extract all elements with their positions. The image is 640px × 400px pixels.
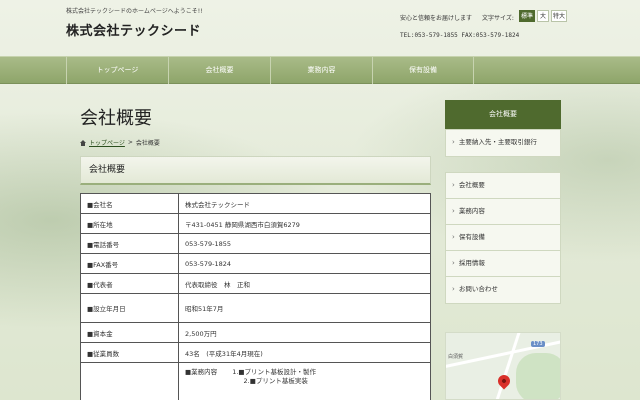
- row-key: ■設立年月日: [80, 293, 179, 323]
- sidebar-item-equipment[interactable]: › 保有設備: [446, 225, 560, 251]
- map-park-area: [516, 353, 560, 399]
- map-route-label: 173: [531, 341, 545, 347]
- row-key: ■代表者: [80, 273, 179, 294]
- row-value: 053-579-1855: [178, 233, 431, 254]
- row-value: 昭和51年7月: [178, 293, 431, 323]
- sidebar-heading: 会社概要: [445, 100, 561, 129]
- table-row: ■資本金 2,500万円: [80, 322, 431, 343]
- nav-item-equipment[interactable]: 保有設備: [372, 57, 474, 84]
- sidebar-item-company[interactable]: › 会社概要: [446, 173, 560, 199]
- chevron-right-icon: ›: [452, 233, 455, 241]
- sidebar-item-business[interactable]: › 業務内容: [446, 199, 560, 225]
- sidebar-item-recruit[interactable]: › 採用情報: [446, 251, 560, 277]
- sidebar-box-partners: › 主要納入先・主要取引銀行: [445, 129, 561, 157]
- map-pin-icon[interactable]: [495, 372, 513, 390]
- chevron-right-icon: ›: [452, 181, 455, 189]
- row-key: ■電話番号: [80, 233, 179, 254]
- table-row: ■従業員数 43名 (平成31年4月現在): [80, 342, 431, 363]
- font-size-large-button[interactable]: 大: [537, 10, 549, 22]
- row-value: 43名 (平成31年4月現在): [178, 342, 431, 363]
- section-heading: 会社概要: [80, 156, 431, 185]
- nav-item-company[interactable]: 会社概要: [168, 57, 270, 84]
- location-map[interactable]: 173 白須賀: [445, 332, 561, 400]
- company-profile-table: ■会社名 株式会社テックシード ■所在地 〒431-0451 静岡県湖西市白須賀…: [80, 193, 431, 400]
- row-key: [80, 362, 179, 400]
- font-size-standard-button[interactable]: 標準: [519, 10, 535, 22]
- page-title: 会社概要: [80, 108, 152, 129]
- site-title[interactable]: 株式会社テックシード: [66, 20, 201, 39]
- row-key: ■所在地: [80, 213, 179, 234]
- site-header: 株式会社テックシードのホームページへようこそ!! 株式会社テックシード 安心と信…: [0, 0, 640, 56]
- chevron-right-icon: ›: [452, 138, 455, 146]
- row-value: 053-579-1824: [178, 253, 431, 274]
- sidebar-item-partners[interactable]: › 主要納入先・主要取引銀行: [446, 130, 560, 156]
- table-row: ■電話番号 053-579-1855: [80, 233, 431, 254]
- table-row: ■代表者 代表取締役 林 正和: [80, 273, 431, 294]
- table-row: ■所在地 〒431-0451 静岡県湖西市白須賀6279: [80, 213, 431, 234]
- nav-item-top[interactable]: トップページ: [66, 57, 168, 84]
- sidebar-item-label: 会社概要: [458, 181, 485, 189]
- row-value: 2,500万円: [178, 322, 431, 343]
- tagline: 安心と信頼をお届けします: [400, 15, 473, 22]
- home-icon: [80, 139, 86, 146]
- row-value: 株式会社テックシード: [178, 193, 431, 214]
- font-size-label: 文字サイズ:: [482, 15, 514, 22]
- row-key: ■FAX番号: [80, 253, 179, 274]
- sidebar-item-label: 保有設備: [458, 233, 485, 241]
- table-row: ■FAX番号 053-579-1824: [80, 253, 431, 274]
- table-row: ■会社名 株式会社テックシード: [80, 193, 431, 214]
- sidebar-item-label: 業務内容: [458, 207, 485, 215]
- row-value: 〒431-0451 静岡県湖西市白須賀6279: [178, 213, 431, 234]
- row-key: ■会社名: [80, 193, 179, 214]
- contact-info: TEL:053-579-1855 FAX:053-579-1824: [400, 32, 520, 39]
- breadcrumb-current: 会社概要: [135, 140, 160, 147]
- sidebar-item-contact[interactable]: › お問い合わせ: [446, 277, 560, 303]
- row-key: ■資本金: [80, 322, 179, 343]
- sidebar-item-label: 採用情報: [458, 259, 485, 267]
- sidebar-item-label: 主要納入先・主要取引銀行: [458, 138, 537, 146]
- business-line: ■業務内容 1.■プリント基板設計・製作: [185, 368, 317, 376]
- row-value: ■業務内容 1.■プリント基板設計・製作 2.■プリント基板実装: [178, 362, 431, 400]
- breadcrumb-home-link[interactable]: トップページ: [89, 138, 125, 147]
- welcome-text: 株式会社テックシードのホームページへようこそ!!: [66, 8, 203, 15]
- business-line: 2.■プリント基板実装: [185, 377, 308, 385]
- chevron-right-icon: ›: [452, 285, 455, 293]
- row-key: ■従業員数: [80, 342, 179, 363]
- font-size-xlarge-button[interactable]: 特大: [551, 10, 567, 22]
- chevron-right-icon: ›: [452, 259, 455, 267]
- sidebar-box-menu: › 会社概要 › 業務内容 › 保有設備 › 採用情報 › お問い合わせ: [445, 172, 561, 304]
- breadcrumb-separator: >: [127, 139, 133, 146]
- table-row: ■業務内容 1.■プリント基板設計・製作 2.■プリント基板実装: [80, 362, 431, 400]
- table-row: ■設立年月日 昭和51年7月: [80, 293, 431, 323]
- main-nav: トップページ 会社概要 業務内容 保有設備: [0, 56, 640, 84]
- breadcrumb: トップページ > 会社概要: [80, 138, 160, 147]
- sidebar-item-label: お問い合わせ: [458, 285, 498, 293]
- nav-item-business[interactable]: 業務内容: [270, 57, 372, 84]
- row-value: 代表取締役 林 正和: [178, 273, 431, 294]
- map-place-label: 白須賀: [448, 354, 464, 360]
- chevron-right-icon: ›: [452, 207, 455, 215]
